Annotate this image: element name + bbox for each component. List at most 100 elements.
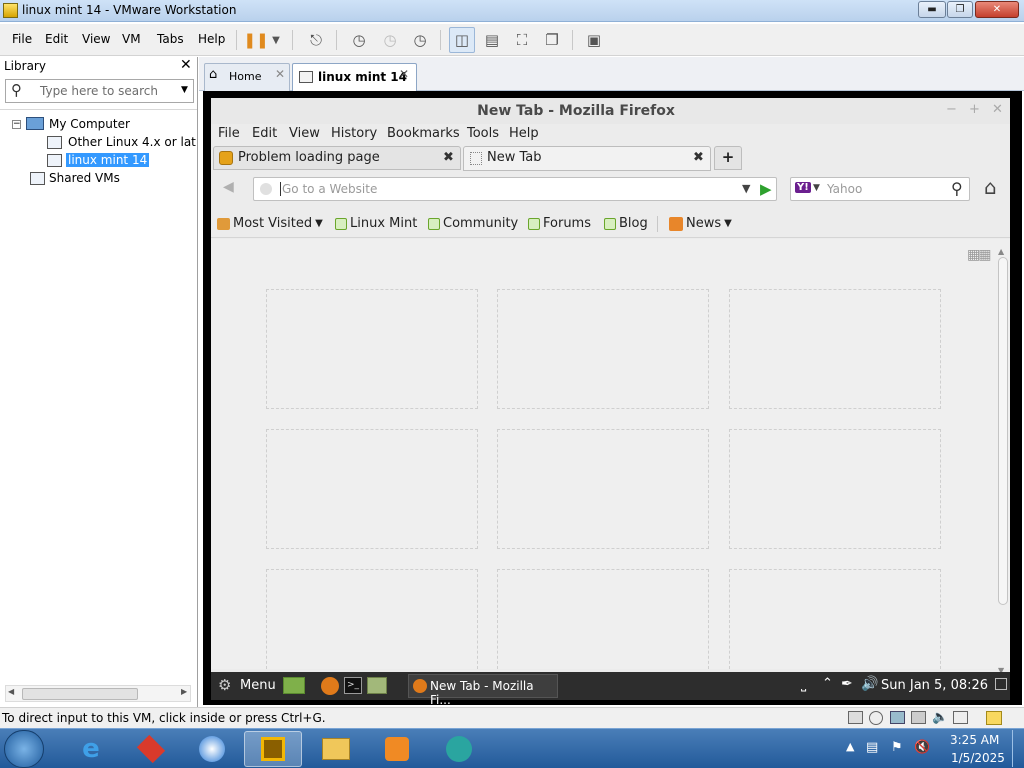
printer-icon[interactable] [953, 711, 968, 724]
ff-menu-tools[interactable]: Tools [467, 126, 499, 141]
volume-muted-icon[interactable]: 🔇 [914, 740, 930, 755]
grid-toggle-icon[interactable]: ▦▦ [967, 247, 992, 263]
tree-item-my-computer[interactable]: My Computer [49, 117, 130, 131]
snapshot-manager-icon[interactable]: ◷ [407, 27, 433, 53]
tree-item-linux-mint-14[interactable]: linux mint 14 [66, 153, 150, 167]
internet-explorer-icon[interactable]: e [62, 731, 120, 767]
chevron-up-icon[interactable]: ⌃ [822, 676, 833, 691]
volume-icon[interactable]: 🔊 [861, 676, 878, 692]
close-tab-icon[interactable]: ✖ [693, 150, 704, 165]
taskbar-date[interactable]: 1/5/2025 [951, 751, 1005, 765]
scroll-left-icon[interactable]: ◀ [8, 687, 14, 696]
new-tab-tile[interactable] [729, 289, 941, 409]
browser-app-icon[interactable] [183, 731, 241, 767]
bookmark-most-visited[interactable]: Most Visited ▼ [217, 216, 323, 231]
firefox-window[interactable]: New Tab - Mozilla Firefox − + ✕ File Edi… [211, 98, 1010, 675]
cd-rom-icon[interactable] [869, 711, 883, 725]
url-dropdown-icon[interactable]: ▼ [742, 182, 750, 195]
new-tab-tile[interactable] [266, 289, 478, 409]
message-log-icon[interactable] [986, 711, 1002, 725]
bookmark-blog[interactable]: Blog [604, 216, 648, 231]
ff-menu-view[interactable]: View [289, 126, 320, 141]
close-tab-icon[interactable]: ✖ [443, 150, 454, 165]
tree-item-other-linux[interactable]: Other Linux 4.x or later k [68, 135, 196, 149]
snapshot-icon[interactable]: ◷ [346, 27, 372, 53]
firefox-launcher-icon[interactable] [321, 677, 339, 695]
chevron-down-icon[interactable]: ▼ [266, 27, 286, 53]
ff-menu-history[interactable]: History [331, 126, 377, 141]
close-tab-icon[interactable]: ✕ [275, 67, 285, 81]
ff-menu-file[interactable]: File [218, 126, 240, 141]
url-bar[interactable]: Go to a Website ▼ ▶ [253, 177, 777, 201]
taskbar-time[interactable]: 3:25 AM [950, 733, 999, 747]
search-icon[interactable]: ⚲ [951, 179, 963, 198]
close-button[interactable]: ✕ [975, 1, 1019, 18]
library-search[interactable]: ⚲ Type here to search ▼ [5, 79, 194, 103]
ff-tab-new-tab[interactable]: New Tab ✖ [463, 146, 711, 171]
terminal-launcher-icon[interactable]: >_ [344, 677, 362, 694]
sound-card-icon[interactable]: 🔈 [932, 710, 948, 725]
menu-view[interactable]: View [82, 32, 110, 46]
unity-icon[interactable]: ❐ [539, 27, 565, 53]
search-dropdown-icon[interactable]: ▼ [181, 85, 188, 95]
scroll-thumb[interactable] [998, 257, 1008, 605]
library-horizontal-scrollbar[interactable]: ◀ ▶ [5, 685, 191, 702]
bookmark-forums[interactable]: Forums [528, 216, 591, 231]
tray-expand-icon[interactable]: ▲ [846, 740, 854, 753]
scroll-thumb[interactable] [22, 688, 138, 700]
collapse-icon[interactable]: − [12, 120, 21, 129]
firefox-titlebar[interactable]: New Tab - Mozilla Firefox − + ✕ [211, 98, 1010, 124]
tab-home[interactable]: ⌂ Home ✕ [204, 63, 290, 91]
clock[interactable]: Sun Jan 5, 08:26 [881, 678, 988, 693]
ff-menu-bookmarks[interactable]: Bookmarks [387, 126, 460, 141]
workspace-icon[interactable]: ⎵ [801, 677, 806, 692]
go-arrow-icon[interactable]: ▶ [760, 180, 772, 198]
hard-disk-icon[interactable] [848, 711, 863, 724]
show-library-icon[interactable]: ◫ [449, 27, 475, 53]
search-input[interactable]: Yahoo [827, 182, 862, 196]
engine-dropdown-icon[interactable]: ▼ [813, 183, 820, 193]
content-vertical-scrollbar[interactable]: ▲ ▼ [996, 247, 1010, 675]
toolbox-app-icon[interactable] [122, 731, 180, 767]
console-view-icon[interactable]: ▣ [581, 27, 607, 53]
home-icon[interactable]: ⌂ [984, 175, 997, 199]
close-tab-icon[interactable]: ✕ [399, 67, 409, 81]
menu-help[interactable]: Help [198, 32, 225, 46]
usb-icon[interactable] [911, 711, 926, 724]
show-desktop-icon[interactable] [283, 677, 305, 694]
ff-menu-help[interactable]: Help [509, 126, 539, 141]
new-tab-tile[interactable] [497, 569, 709, 669]
media-player-icon[interactable] [368, 731, 426, 767]
new-tab-tile[interactable] [266, 429, 478, 549]
menu-tabs[interactable]: Tabs [157, 32, 184, 46]
menu-vm[interactable]: VM [122, 32, 141, 46]
new-tab-tile[interactable] [266, 569, 478, 669]
tray-network-icon[interactable]: ▤ [866, 740, 878, 755]
ff-tab-problem-loading[interactable]: Problem loading page ✖ [213, 146, 461, 170]
maximize-button[interactable]: ❐ [947, 1, 973, 18]
bookmark-community[interactable]: Community [428, 216, 518, 231]
bookmark-linux-mint[interactable]: Linux Mint [335, 216, 417, 231]
search-box[interactable]: Y! ▼ Yahoo ⚲ [790, 177, 970, 201]
vmware-taskbar-icon[interactable] [244, 731, 302, 767]
menu-file[interactable]: File [12, 32, 32, 46]
revert-snapshot-icon[interactable]: ◷ [377, 27, 403, 53]
ff-minimize-icon[interactable]: − [946, 102, 957, 117]
show-desktop-button[interactable] [1012, 730, 1023, 767]
thumbnail-bar-icon[interactable]: ▤ [479, 27, 505, 53]
network-icon[interactable]: ✒ [841, 676, 853, 692]
ff-maximize-icon[interactable]: + [969, 102, 980, 117]
url-input[interactable]: Go to a Website [280, 182, 377, 196]
minimize-button[interactable]: ▬ [918, 1, 946, 18]
scroll-up-icon[interactable]: ▲ [998, 247, 1004, 256]
mint-menu-label[interactable]: Menu [240, 678, 276, 693]
new-tab-tile[interactable] [497, 429, 709, 549]
close-library-icon[interactable]: ✕ [180, 57, 192, 73]
start-button[interactable] [4, 730, 44, 768]
tab-linux-mint-14[interactable]: linux mint 14 ✕ [292, 63, 417, 92]
tree-item-shared-vms[interactable]: Shared VMs [49, 171, 120, 185]
menu-edit[interactable]: Edit [45, 32, 68, 46]
ff-close-icon[interactable]: ✕ [992, 102, 1003, 117]
bookmark-news[interactable]: News ▼ [669, 216, 732, 231]
send-keys-icon[interactable]: ⎋ [303, 27, 329, 53]
